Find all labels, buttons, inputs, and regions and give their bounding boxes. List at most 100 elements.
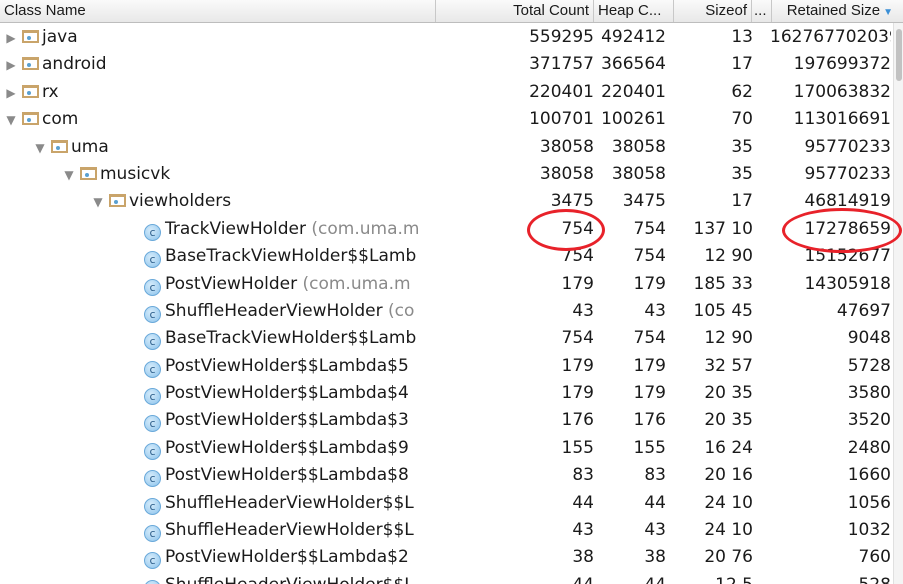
table-row[interactable]: ▼ com 100701 100261 70 113016691 [0, 106, 893, 133]
cell-total-count: 38058 [539, 136, 594, 157]
triangle-right-icon[interactable]: ▶ [4, 80, 18, 106]
table-row[interactable]: c ShuffleHeaderViewHolder$$L 44 44 12 5 528 [0, 572, 893, 584]
cell-heap-count: 176 [633, 410, 666, 431]
cell-total-count: 176 [561, 410, 594, 431]
cell-retained-size: 1660 [847, 465, 891, 486]
cell-total-count: 220401 [529, 81, 594, 102]
table-row[interactable]: c ShuffleHeaderViewHolder$$L 44 44 24 10 1056 [0, 490, 893, 517]
cell-class-name: ▼ uma [0, 134, 436, 161]
cell-class-name: ▶ java [0, 24, 436, 51]
cell-retained-size: 3520 [847, 410, 891, 431]
class-name: TrackViewHolder [165, 218, 306, 239]
table-row[interactable]: c PostViewHolder$$Lambda$3 176 176 20 35 3520 [0, 407, 893, 434]
cell-sizeof: 12 90 [704, 246, 753, 267]
column-header-retained-size[interactable]: Retained Size ▼ [772, 0, 903, 22]
class-name: java [42, 27, 78, 47]
cell-total-count: 83 [572, 465, 594, 486]
column-header-heap-count[interactable]: Heap C... [594, 0, 674, 22]
triangle-down-icon[interactable]: ▼ [33, 135, 47, 161]
class-name: PostViewHolder$$Lambda$9 [165, 437, 409, 458]
cell-sizeof: 62 [731, 81, 753, 102]
cell-heap-count: 366564 [601, 54, 666, 75]
class-name: com [42, 109, 79, 130]
class-name: PostViewHolder$$Lambda$4 [165, 383, 409, 404]
cell-class-name: cShuffleHeaderViewHolder$$L [0, 517, 436, 544]
column-header-sizeof[interactable]: Sizeof [674, 0, 752, 22]
table-row[interactable]: ▶ java 559295 492412 13 162767702039 [0, 24, 893, 51]
cell-heap-count: 754 [633, 218, 666, 239]
cell-retained-size: 46814919 [804, 191, 891, 212]
cell-heap-count: 179 [633, 273, 666, 294]
class-c-icon: c [144, 388, 161, 406]
cell-class-name: c BaseTrackViewHolder$$Lamb [0, 243, 436, 270]
folder-package-icon [109, 194, 126, 208]
cell-heap-count: 179 [633, 355, 666, 376]
cell-class-name: c PostViewHolder (com.uma.m [0, 271, 436, 298]
cell-class-name: ▼ com [0, 106, 436, 133]
class-name: android [42, 54, 107, 75]
sort-descending-icon: ▼ [883, 7, 893, 18]
class-name: ShuffleHeaderViewHolder$$L [165, 520, 414, 541]
cell-total-count: 179 [561, 355, 594, 376]
table-row[interactable]: ▶ android 371757 366564 17 197699372 [0, 51, 893, 78]
cell-total-count: 371757 [529, 54, 594, 75]
triangle-right-icon[interactable]: ▶ [4, 25, 18, 51]
cell-retained-size: 9048 [847, 328, 891, 349]
class-c-icon: c [144, 442, 161, 460]
folder-package-icon [22, 30, 39, 43]
class-name: viewholders [129, 191, 232, 212]
table-row[interactable]: ▼ uma 38058 38058 35 95770233 [0, 134, 893, 161]
table-row[interactable]: c ShuffleHeaderViewHolder (co 43 43 105 45 47… [0, 298, 893, 325]
class-name: ShuffleHeaderViewHolder$$L [165, 575, 414, 584]
triangle-down-icon[interactable]: ▼ [91, 189, 105, 215]
vertical-scrollbar[interactable] [893, 23, 903, 584]
cell-total-count: 559295 [529, 27, 594, 47]
table-row[interactable]: ▶ rx 220401 220401 62 170063832 [0, 79, 893, 106]
class-name: PostViewHolder [165, 273, 298, 294]
column-header-class-name[interactable]: Class Name [0, 0, 436, 22]
cell-class-name: c PostViewHolder$$Lambda$9 [0, 435, 436, 462]
table-row[interactable]: ▼ viewholders 3475 3475 17 46814919 [0, 188, 893, 215]
cell-retained-size: 95770233 [804, 136, 891, 157]
cell-class-name: c TrackViewHolder (com.uma.m [0, 216, 436, 243]
table-row[interactable]: c BaseTrackViewHolder$$Lamb 754 754 12 90 904… [0, 325, 893, 352]
table-row[interactable]: c PostViewHolder$$Lambda$9 155 155 16 24 2480 [0, 435, 893, 462]
scrollbar-thumb[interactable] [896, 29, 902, 81]
triangle-down-icon[interactable]: ▼ [62, 162, 76, 188]
table-row[interactable]: c PostViewHolder$$Lambda$4 179 179 20 35 3580 [0, 380, 893, 407]
cell-sizeof: 12 90 [704, 328, 753, 349]
cell-retained-size: 162767702039 [770, 27, 891, 47]
class-name: ShuffleHeaderViewHolder [165, 300, 383, 321]
cell-heap-count: 83 [644, 465, 666, 486]
cell-heap-count: 38 [644, 547, 666, 568]
cell-total-count: 179 [561, 383, 594, 404]
table-row[interactable]: c ShuffleHeaderViewHolder$$L 43 43 24 10 1032 [0, 517, 893, 544]
class-c-icon: c [144, 497, 161, 515]
cell-class-name: c ShuffleHeaderViewHolder$$L [0, 572, 436, 584]
cell-sizeof: 24 10 [704, 520, 753, 541]
column-header-more[interactable]: ... [752, 0, 772, 22]
folder-package-icon [51, 139, 68, 153]
class-name: PostViewHolder$$Lambda$2 [165, 547, 409, 568]
class-c-icon: c [144, 223, 161, 241]
cell-retained-size: 197699372 [793, 54, 891, 75]
cell-total-count: 754 [561, 218, 594, 239]
class-c-icon: c [144, 579, 161, 584]
cell-total-count: 43 [572, 300, 594, 321]
table-row[interactable]: c PostViewHolder$$Lambda$2 38 38 20 76 760 [0, 544, 893, 571]
table-row[interactable]: c PostViewHolder$$Lambda$5 179 179 32 57 5728 [0, 353, 893, 380]
cell-total-count: 155 [561, 437, 594, 458]
class-name: PostViewHolder$$Lambda$5 [165, 355, 409, 376]
table-row[interactable]: c PostViewHolder$$Lambda$8 83 83 20 16 1660 [0, 462, 893, 489]
triangle-down-icon[interactable]: ▼ [4, 107, 18, 133]
table-row[interactable]: ▼ musicvk 38058 38058 35 95770233 [0, 161, 893, 188]
cell-class-name: ▼ viewholders [0, 188, 436, 215]
table-row[interactable]: c TrackViewHolder (com.uma.m 754 754 137 10 1… [0, 216, 893, 243]
class-c-icon: c [144, 360, 161, 378]
triangle-right-icon[interactable]: ▶ [4, 52, 18, 78]
package-name: (com.uma.m [311, 218, 420, 239]
column-header-total-count[interactable]: Total Count [436, 0, 594, 22]
table-row[interactable]: c PostViewHolder (com.uma.m 179 179 185 33 14… [0, 271, 893, 298]
cell-heap-count: 100261 [601, 109, 666, 130]
table-row[interactable]: c BaseTrackViewHolder$$Lamb 754 754 12 90 151… [0, 243, 893, 270]
